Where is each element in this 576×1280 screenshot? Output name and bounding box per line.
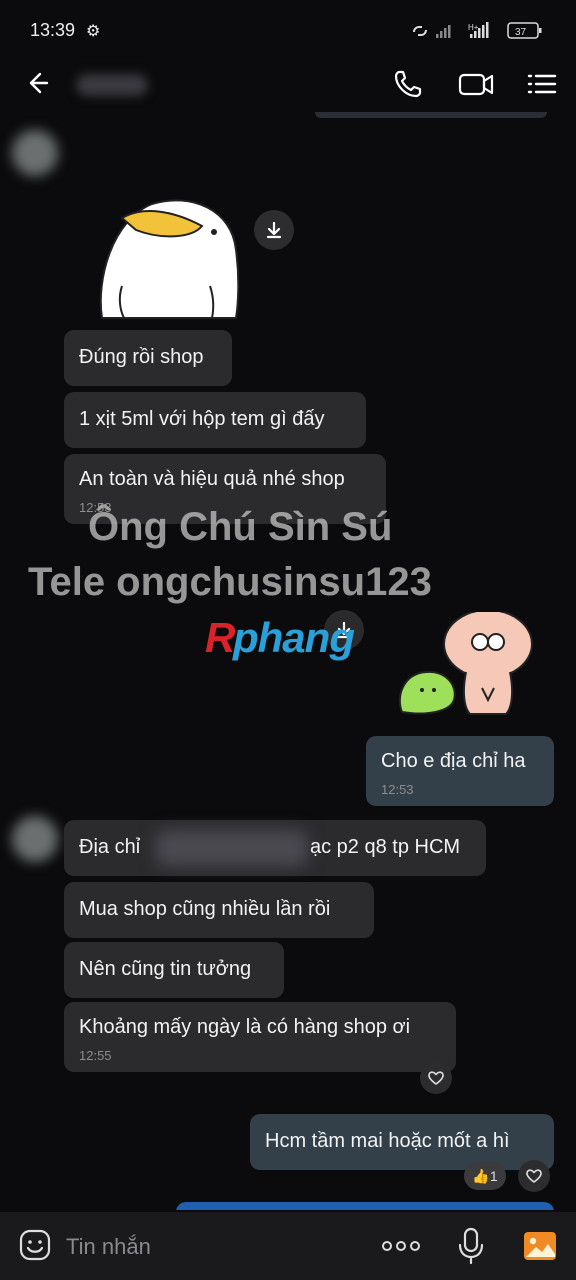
- voice-call-button[interactable]: [390, 66, 426, 102]
- contact-name-redacted[interactable]: [76, 74, 148, 96]
- microphone-icon: [458, 1227, 484, 1265]
- chat-header: [0, 58, 576, 112]
- message-outgoing[interactable]: Cho e địa chỉ ha 12:53: [366, 736, 554, 806]
- logo-r: R: [205, 614, 236, 661]
- back-button[interactable]: [22, 68, 52, 98]
- voice-message-button[interactable]: [456, 1226, 486, 1266]
- message-text: Hcm tầm mai hoặc mốt a hì: [265, 1130, 510, 1152]
- message-incoming[interactable]: Địa chỉ ạc p2 q8 tp HCM: [64, 820, 486, 876]
- more-dots-icon: [382, 1241, 420, 1251]
- sticker-button[interactable]: [18, 1228, 52, 1262]
- watermark-line2: Tele ongchusinsu123: [28, 560, 432, 604]
- settings-gear-icon: ⚙: [86, 23, 101, 40]
- more-options-button[interactable]: [380, 1236, 422, 1256]
- back-arrow-icon: [29, 72, 49, 94]
- message-time: 12:53: [381, 782, 414, 797]
- message-text-prefix: Địa chỉ: [79, 836, 141, 858]
- duck-sticker[interactable]: [92, 190, 242, 322]
- partial-message: [176, 1202, 554, 1210]
- message-text: An toàn và hiệu quả nhé shop: [79, 468, 345, 490]
- heart-icon: [428, 1071, 444, 1085]
- message-text: Mua shop cũng nhiều lần rồi: [79, 898, 331, 920]
- sender-avatar[interactable]: [12, 816, 58, 862]
- signal-1-icon: [436, 25, 451, 38]
- heart-icon: [526, 1169, 542, 1183]
- message-text: Nên cũng tin tưởng: [79, 958, 252, 980]
- menu-list-icon: [527, 74, 557, 94]
- react-button[interactable]: [518, 1160, 550, 1192]
- message-incoming[interactable]: Khoảng mấy ngày là có hàng shop ơi 12:55: [64, 1002, 456, 1072]
- logo-rest: phang: [232, 614, 354, 661]
- sender-avatar[interactable]: [12, 130, 58, 176]
- message-text: Đúng rồi shop: [79, 346, 204, 368]
- rphang-logo: R phang: [205, 614, 355, 661]
- message-incoming[interactable]: Đúng rồi shop: [64, 330, 232, 386]
- duck-sticker-image: [99, 199, 240, 319]
- pink-character-sticker-image: [398, 609, 533, 715]
- chat-options-button[interactable]: [524, 66, 560, 102]
- message-outgoing[interactable]: Hcm tầm mai hoặc mốt a hì: [250, 1114, 554, 1170]
- gallery-button[interactable]: [522, 1228, 558, 1264]
- download-button[interactable]: [254, 210, 294, 250]
- watermark-logo: R phang: [205, 612, 385, 674]
- hotspot-icon: [413, 26, 427, 36]
- status-time: 13:39: [30, 20, 76, 40]
- message-time: 12:55: [79, 1048, 112, 1063]
- message-incoming[interactable]: 1 xịt 5ml với hộp tem gì đấy: [64, 392, 366, 448]
- message-incoming[interactable]: Nên cũng tin tưởng: [64, 942, 284, 998]
- thumbs-up-icon: 👍: [472, 1167, 490, 1184]
- reaction-count: 1: [489, 1168, 498, 1184]
- network-type: H+: [468, 23, 479, 32]
- message-text: Khoảng mấy ngày là có hàng shop ơi: [79, 1016, 411, 1038]
- partial-message: [315, 112, 547, 118]
- watermark-line1: Ông Chú Sìn Sú: [88, 505, 393, 549]
- status-icons: H+ 37: [413, 22, 542, 39]
- image-gallery-icon: [524, 1232, 556, 1260]
- status-bar: 13:39 ⚙ H+ 37: [0, 0, 576, 60]
- battery-level: 37: [515, 27, 527, 38]
- composer-bar: Tin nhắn: [0, 1212, 576, 1280]
- redacted-address: [156, 830, 308, 866]
- message-text: Cho e địa chỉ ha: [381, 750, 526, 772]
- message-list[interactable]: Đúng rồi shop 1 xịt 5ml với hộp tem gì đ…: [0, 112, 576, 1210]
- pink-character-sticker[interactable]: [396, 609, 538, 718]
- react-button[interactable]: [420, 1062, 452, 1094]
- download-icon: [266, 221, 282, 239]
- message-text: 1 xịt 5ml với hộp tem gì đấy: [79, 408, 325, 430]
- phone-icon: [394, 70, 422, 98]
- video-call-icon: [458, 73, 494, 96]
- status-indicators: H+ 37: [410, 20, 550, 42]
- sticker-smile-icon: [19, 1229, 51, 1261]
- battery-icon: 37: [507, 22, 542, 39]
- message-input[interactable]: Tin nhắn: [66, 1234, 151, 1260]
- message-text-suffix: ạc p2 q8 tp HCM: [310, 836, 461, 858]
- message-incoming[interactable]: Mua shop cũng nhiều lần rồi: [64, 882, 374, 938]
- video-call-button[interactable]: [457, 66, 494, 102]
- reaction-badge[interactable]: 👍 1: [464, 1162, 506, 1190]
